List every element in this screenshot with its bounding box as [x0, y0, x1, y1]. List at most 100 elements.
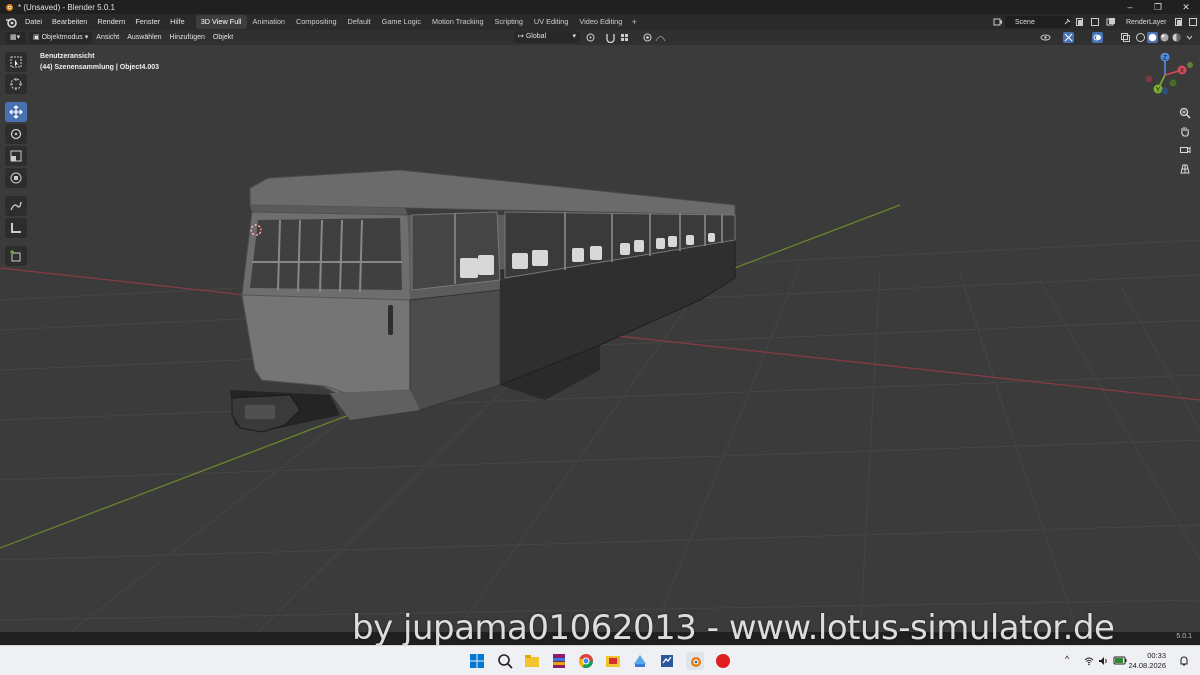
tab-motion-tracking[interactable]: Motion Tracking: [427, 15, 489, 29]
add-workspace-button[interactable]: +: [628, 17, 640, 27]
menu-objekt[interactable]: Objekt: [209, 32, 237, 44]
tab-3d-view-full[interactable]: 3D View Full: [195, 15, 247, 29]
menu-bearbeiten[interactable]: Bearbeiten: [47, 14, 92, 30]
recording-app-icon[interactable]: [714, 652, 732, 670]
editor-type-button[interactable]: ▦▾: [6, 31, 26, 44]
move-tool[interactable]: [5, 102, 27, 122]
menu-hinzufuegen[interactable]: Hinzufügen: [166, 32, 209, 44]
blender-menu-icon[interactable]: [4, 15, 18, 29]
volume-icon[interactable]: [1098, 656, 1108, 666]
viewport-header: ▦▾ ▣ Objektmodus ▾ Ansicht Auswählen Hin…: [0, 30, 1200, 45]
scene-name: Scene: [1015, 18, 1035, 26]
rotate-tool[interactable]: [5, 124, 27, 144]
shading-options-icon[interactable]: [1184, 32, 1195, 43]
menu-datei[interactable]: Datei: [20, 14, 47, 30]
tab-default[interactable]: Default: [343, 15, 376, 29]
wifi-icon[interactable]: [1084, 656, 1094, 666]
select-box-tool[interactable]: [5, 52, 27, 72]
task-manager-icon[interactable]: [658, 652, 676, 670]
xray-toggle-icon[interactable]: [1120, 32, 1131, 43]
annotate-icon: [10, 201, 22, 211]
version-label: 5.0.1: [1176, 633, 1192, 640]
close-button[interactable]: ✕: [1172, 0, 1200, 14]
camera-icon: [1180, 146, 1191, 154]
app-folder-icon[interactable]: [604, 652, 622, 670]
clock-date: 24.08.2026: [1128, 661, 1166, 670]
menu-auswaehlen[interactable]: Auswählen: [123, 32, 165, 44]
navigation-gizmo[interactable]: Z X Y: [1140, 53, 1196, 103]
system-clock[interactable]: 00:33 24.08.2026: [1128, 651, 1166, 671]
tab-uv-editing[interactable]: UV Editing: [529, 15, 573, 29]
proportional-edit-icon[interactable]: [642, 32, 653, 43]
menu-ansicht[interactable]: Ansicht: [92, 32, 123, 44]
scene-icon[interactable]: [993, 17, 1003, 27]
snap-icon[interactable]: [605, 32, 616, 43]
hand-icon: [1181, 127, 1189, 137]
blender-app-icon: [6, 4, 13, 11]
tab-video-editing[interactable]: Video Editing: [574, 15, 627, 29]
mode-selector[interactable]: ▣ Objektmodus ▾: [29, 31, 93, 44]
clock-time: 00:33: [1147, 651, 1166, 660]
measure-tool[interactable]: [5, 218, 27, 238]
mode-label: Objektmodus: [41, 33, 83, 41]
annotate-tool[interactable]: [5, 196, 27, 216]
delete-scene-icon[interactable]: [1090, 17, 1100, 27]
add-cube-icon: [10, 250, 21, 262]
scale-tool[interactable]: [5, 146, 27, 166]
transform-tool[interactable]: [5, 168, 27, 188]
render-layer-selector[interactable]: RenderLayer: [1118, 16, 1170, 28]
minimize-button[interactable]: –: [1116, 0, 1144, 14]
camera-view-button[interactable]: [1176, 141, 1194, 159]
new-scene-icon[interactable]: [1075, 17, 1085, 27]
shading-solid-icon[interactable]: [1147, 32, 1158, 43]
menu-fenster[interactable]: Fenster: [130, 14, 165, 30]
winrar-icon[interactable]: [550, 652, 568, 670]
snap-target-icon[interactable]: [619, 32, 630, 43]
tray-chevron-icon[interactable]: ^: [1065, 654, 1069, 664]
battery-icon[interactable]: [1113, 655, 1127, 666]
shading-wireframe-icon[interactable]: [1135, 32, 1146, 43]
menu-hilfe[interactable]: Hilfe: [165, 14, 190, 30]
blender-taskbar-icon[interactable]: [686, 652, 704, 670]
gizmo-toggle-icon[interactable]: [1063, 32, 1074, 43]
new-layer-icon[interactable]: [1174, 17, 1184, 27]
move-icon: [9, 105, 23, 119]
file-explorer-icon[interactable]: [523, 652, 541, 670]
shading-material-icon[interactable]: [1159, 32, 1170, 43]
search-icon[interactable]: [496, 652, 514, 670]
window-title-bar: * (Unsaved) - Blender 5.0.1 – ❐ ✕: [0, 0, 1200, 14]
pin-icon[interactable]: [1062, 17, 1072, 27]
pan-button[interactable]: [1176, 122, 1194, 140]
shading-rendered-icon[interactable]: [1171, 32, 1182, 43]
perspective-toggle-button[interactable]: [1176, 160, 1194, 178]
menu-rendern[interactable]: Rendern: [92, 14, 130, 30]
render-layer-icon[interactable]: [1106, 17, 1116, 27]
transform-orientation-selector[interactable]: ↦ Global ▾: [514, 31, 580, 43]
tab-compositing[interactable]: Compositing: [291, 15, 342, 29]
maximize-button[interactable]: ❐: [1144, 0, 1172, 14]
visibility-icon[interactable]: [1040, 32, 1051, 43]
windows-start-icon[interactable]: [468, 652, 486, 670]
zoom-icon: [1179, 107, 1191, 119]
chrome-icon[interactable]: [577, 652, 595, 670]
viewport-scene[interactable]: [0, 45, 1200, 632]
cursor-tool[interactable]: [5, 74, 27, 94]
tram-model[interactable]: [230, 169, 736, 433]
add-cube-tool[interactable]: [5, 246, 27, 266]
render-layer-name: RenderLayer: [1126, 18, 1167, 26]
notification-bell-icon[interactable]: [1178, 655, 1190, 667]
falloff-icon[interactable]: [655, 32, 666, 43]
pivot-point-icon[interactable]: [585, 32, 596, 43]
overlays-icon[interactable]: [1092, 32, 1103, 43]
scale-icon: [10, 150, 22, 162]
3d-viewport[interactable]: Z X Y: [0, 45, 1200, 632]
tab-game-logic[interactable]: Game Logic: [377, 15, 426, 29]
zoom-button[interactable]: [1176, 104, 1194, 122]
delete-layer-icon[interactable]: [1188, 17, 1198, 27]
tab-animation[interactable]: Animation: [248, 15, 290, 29]
app-installer-icon[interactable]: [631, 652, 649, 670]
tab-scripting[interactable]: Scripting: [490, 15, 528, 29]
tool-shelf: [5, 52, 29, 268]
select-box-icon: [10, 56, 22, 68]
grid-icon: [1180, 164, 1190, 174]
